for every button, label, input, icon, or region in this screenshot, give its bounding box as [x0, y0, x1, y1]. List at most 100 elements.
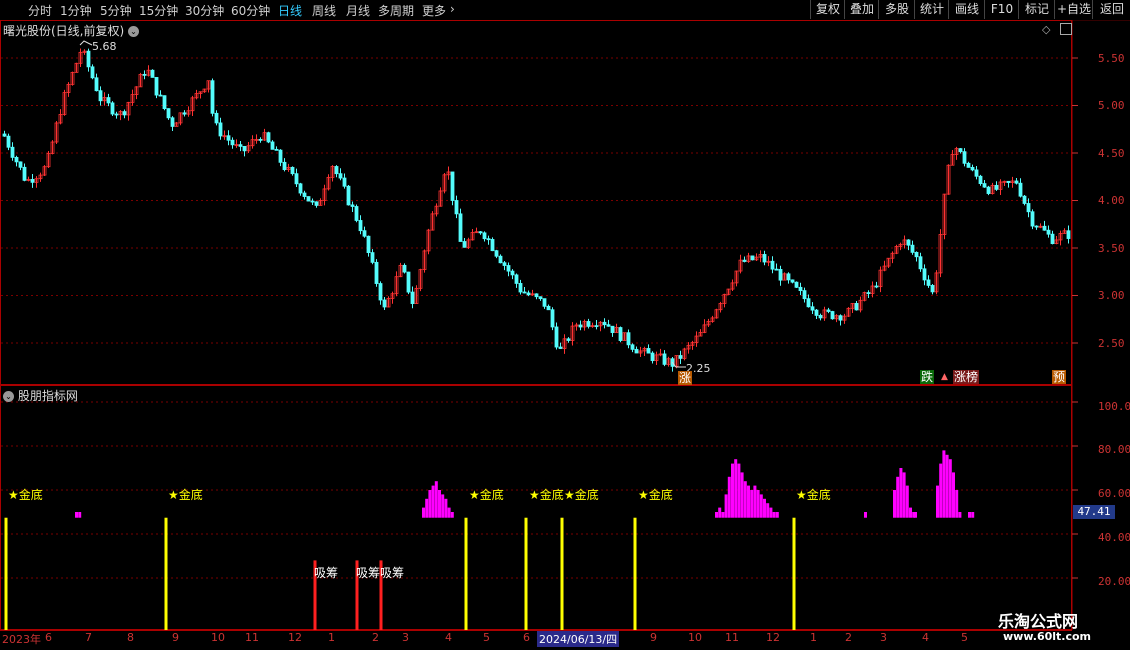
candle-body — [1030, 211, 1035, 227]
price-label: 5.00 — [1098, 99, 1125, 112]
date-label: 9 — [172, 631, 179, 644]
indicator-title: ⌄ 股朋指标网 — [3, 387, 78, 404]
candle-body — [962, 151, 967, 164]
diamond-icon[interactable]: ◇ — [1042, 23, 1050, 36]
candle-body — [170, 117, 175, 127]
indicator-histogram-bar — [899, 468, 903, 518]
indicator-value-label: 80.00 — [1098, 443, 1130, 456]
candle-body — [646, 348, 651, 354]
indicator-histogram-bar — [914, 512, 917, 518]
candle-body — [926, 279, 931, 286]
jindi-bar — [164, 517, 168, 630]
candle-body — [306, 196, 311, 202]
main-chart-frame — [0, 20, 1072, 385]
candle-body — [270, 141, 275, 150]
candle-body — [154, 77, 159, 96]
candle-body — [166, 108, 171, 119]
stock-title: 曙光股份(日线,前复权) ⌄ — [3, 22, 140, 39]
candle-body — [278, 149, 283, 163]
date-label: 2023年 — [2, 633, 41, 646]
candle-body — [6, 135, 11, 148]
indicator-frame — [0, 385, 1072, 630]
candle-body — [978, 175, 983, 184]
candle-body — [1066, 230, 1071, 239]
indicator-histogram-bar — [450, 512, 454, 518]
candle-body — [742, 259, 747, 262]
indicator-histogram-bar — [734, 459, 738, 518]
fall-badge[interactable]: 跌 — [920, 370, 935, 384]
candle-body — [918, 256, 923, 270]
date-label: 1 — [810, 631, 817, 644]
date-label: 4 — [445, 631, 452, 644]
candle-body — [382, 299, 387, 308]
candle-body — [814, 309, 819, 316]
date-label: 6 — [523, 631, 530, 644]
candle-body — [258, 138, 263, 141]
candle-body — [94, 77, 99, 92]
candle-body — [482, 232, 487, 240]
candle-body — [310, 200, 315, 203]
candle-body — [826, 309, 831, 312]
up-arrow-icon: ▲ — [941, 372, 948, 382]
candle-body — [866, 292, 871, 295]
jindi-label: ★金底 — [469, 488, 504, 502]
candle-body — [454, 200, 459, 215]
candle-body — [106, 97, 111, 104]
candle-body — [1022, 195, 1027, 204]
candle-body — [282, 161, 287, 171]
candle-body — [810, 306, 815, 311]
candle-body — [302, 192, 307, 197]
indicator-histogram-bar — [939, 463, 943, 518]
jindi-bar — [464, 517, 468, 630]
candle-body — [182, 112, 187, 115]
candle-body — [342, 177, 347, 187]
candle-body — [210, 80, 215, 114]
candle-body — [566, 338, 571, 341]
indicator-histogram-bar — [893, 490, 896, 518]
chevron-down-icon[interactable]: ⌄ — [128, 26, 140, 37]
candle-body — [970, 166, 975, 171]
candle-body — [338, 173, 343, 179]
indicator-histogram-bar — [775, 512, 779, 518]
indicator-histogram-bar — [444, 498, 448, 518]
candle-body — [218, 122, 223, 137]
chevron-down-icon[interactable]: ⌄ — [3, 391, 14, 402]
candle-body — [586, 321, 591, 327]
candle-body — [526, 292, 531, 296]
date-label: 5 — [961, 631, 968, 644]
indicator-histogram-bar — [75, 512, 78, 518]
indicator-histogram-bar — [766, 503, 770, 518]
candle-body — [142, 73, 147, 76]
kline-chart[interactable] — [0, 0, 1130, 650]
candle-body — [266, 132, 271, 143]
stock-title-text: 曙光股份(日线,前复权) — [3, 24, 125, 38]
candle-body — [982, 183, 987, 188]
candle-body — [402, 264, 407, 273]
indicator-histogram-bar — [971, 512, 975, 518]
panel-toggle-icon[interactable] — [1060, 23, 1072, 35]
date-label: 10 — [688, 631, 702, 644]
forecast-badge[interactable]: 预 — [1052, 370, 1067, 384]
event-badge[interactable]: 涨 — [678, 371, 693, 385]
price-label: 3.00 — [1098, 289, 1125, 302]
candle-body — [606, 324, 611, 327]
candle-body — [786, 273, 791, 281]
candle-body — [778, 269, 783, 281]
candle-body — [930, 285, 935, 293]
candle-body — [378, 283, 383, 301]
candle-body — [874, 285, 879, 288]
candle-body — [110, 102, 115, 115]
jindi-bar — [633, 517, 637, 630]
xichou-label: 吸筹 — [314, 566, 339, 580]
price-label: 2.50 — [1098, 337, 1125, 350]
candle-body — [1014, 180, 1019, 184]
indicator-histogram-bar — [936, 485, 939, 518]
limit-list-badge[interactable]: 涨榜 — [953, 370, 980, 384]
indicator-histogram-bar — [731, 463, 734, 518]
price-label: 4.50 — [1098, 147, 1125, 160]
candle-body — [486, 238, 491, 241]
candle-body — [914, 251, 919, 258]
candle-body — [966, 162, 971, 168]
candle-body — [1034, 225, 1039, 228]
candle-body — [478, 231, 483, 234]
